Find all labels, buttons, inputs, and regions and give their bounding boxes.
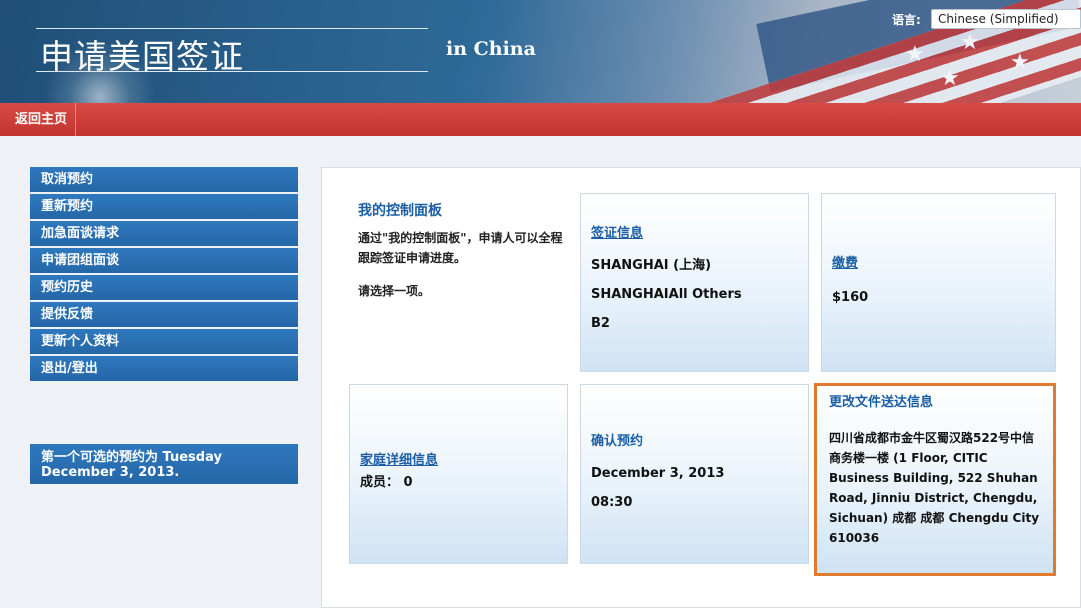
first-available-appointment-note: 第一个可选的预约为 Tuesday December 3, 2013. [30,444,298,484]
family-details-card: 家庭详细信息 成员： 0 [349,384,568,564]
sidebar-item-expedite-request[interactable]: 加急面谈请求 [30,221,298,246]
dashboard-choose-prompt: 请选择一项。 [358,284,431,298]
appointment-confirm-link[interactable]: 确认预约 [591,430,643,449]
star-icon: ★ [905,42,925,67]
sidebar-item-logout[interactable]: 退出/登出 [30,356,298,381]
visa-info-card: 签证信息 SHANGHAI (上海) SHANGHAIAll Others B2 [580,193,809,372]
star-icon: ★ [1010,50,1030,75]
sidebar-item-appointment-history[interactable]: 预约历史 [30,275,298,300]
sidebar-item-group-interview[interactable]: 申请团组面谈 [30,248,298,273]
appointment-card: 确认预约 December 3, 2013 08:30 [580,384,809,564]
family-members-count: 0 [403,475,413,490]
payment-card: 缴费 $160 [821,193,1056,372]
site-header: ★ ★ ★ ★ 申请美国签证 in China 语言: Chinese (Sim… [0,0,1081,103]
family-members: 成员： 0 [360,474,557,491]
payment-amount: $160 [832,290,869,305]
language-label: 语言: [892,13,921,27]
family-members-label: 成员： [360,475,400,490]
sidebar-menu: 取消预约 重新预约 加急面谈请求 申请团组面谈 预约历史 提供反馈 更新个人资料… [30,167,298,383]
sidebar-item-cancel-appointment[interactable]: 取消预约 [30,167,298,192]
appointment-date: December 3, 2013 [591,466,725,481]
family-details-link[interactable]: 家庭详细信息 [360,449,438,468]
main-nav-bar: 返回主页 [0,103,1081,136]
document-delivery-link[interactable]: 更改文件送达信息 [829,391,933,410]
star-icon: ★ [960,30,980,55]
title-rule-bottom [36,71,428,72]
language-select[interactable]: Chinese (Simplified) [931,9,1081,29]
visa-category: SHANGHAIAll Others [591,287,742,302]
dashboard-description: 通过"我的控制面板"，申请人可以全程跟踪签证申请进度。 [358,231,563,265]
document-delivery-card: 更改文件送达信息 四川省成都市金牛区蜀汉路522号中信商务楼一楼 (1 Floo… [814,383,1056,576]
visa-class: B2 [591,316,610,331]
appointment-time: 08:30 [591,495,633,510]
visa-info-link[interactable]: 签证信息 [591,222,643,241]
site-subtitle: in China [446,38,536,60]
delivery-address: 四川省成都市金牛区蜀汉路522号中信商务楼一楼 (1 Floor, CITIC … [829,431,1040,545]
payment-link[interactable]: 缴费 [832,252,858,271]
sidebar-item-reschedule[interactable]: 重新预约 [30,194,298,219]
sidebar-item-feedback[interactable]: 提供反馈 [30,302,298,327]
sidebar-item-update-profile[interactable]: 更新个人资料 [30,329,298,354]
dashboard-intro: 我的控制面板 通过"我的控制面板"，申请人可以全程跟踪签证申请进度。 请选择一项… [358,200,573,299]
title-rule-top [36,28,428,29]
nav-home-link[interactable]: 返回主页 [0,103,77,136]
dashboard-title: 我的控制面板 [358,203,442,219]
star-icon: ★ [940,66,960,91]
visa-post: SHANGHAI (上海) [591,258,712,273]
